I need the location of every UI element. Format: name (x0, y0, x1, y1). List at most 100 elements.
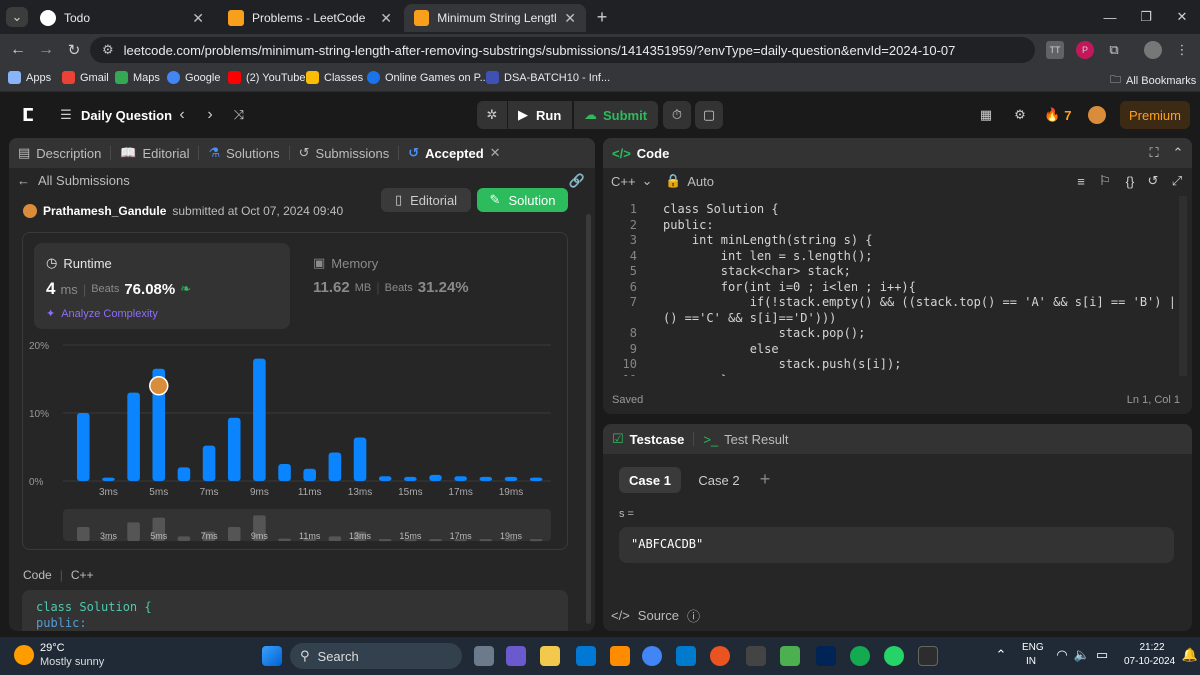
forward-icon[interactable]: → (36, 40, 56, 60)
chart-bar[interactable] (102, 477, 115, 481)
chart-bar[interactable] (177, 467, 191, 481)
chart-bar[interactable] (504, 476, 518, 481)
scrollbar[interactable] (586, 214, 591, 624)
chrome-icon[interactable] (642, 646, 662, 666)
format-icon[interactable]: ≡ (1073, 172, 1089, 190)
add-case-icon[interactable]: + (755, 468, 775, 490)
mail-icon[interactable] (576, 646, 596, 666)
tab-description[interactable]: ▤ Description (9, 138, 110, 168)
language-select[interactable]: C++ ⌄ (611, 173, 652, 189)
sublime-icon[interactable] (610, 646, 630, 666)
code-tab[interactable]: </> Code (603, 138, 678, 168)
bookmark-google[interactable]: Google (167, 71, 220, 84)
chart-bar[interactable] (77, 413, 90, 481)
bookmark-apps[interactable]: Apps (8, 71, 51, 84)
taskbar-search[interactable]: ⚲ Search (290, 643, 462, 669)
chart-bar[interactable] (404, 476, 417, 481)
notifications-icon[interactable]: 🔔 (1182, 647, 1198, 663)
maximize-icon[interactable]: ⤢ (1169, 172, 1185, 190)
analyze-complexity-link[interactable]: ✦ Analyze Complexity (46, 307, 158, 321)
next-problem-icon[interactable]: › (202, 105, 218, 125)
autocomplete-mode[interactable]: 🔒 Auto (665, 173, 714, 189)
tab-solutions[interactable]: ⚗ Solutions (199, 138, 288, 168)
tab-search-icon[interactable]: ⌄ (6, 7, 28, 27)
premium-button[interactable]: Premium (1120, 101, 1190, 129)
back-icon[interactable]: ← (8, 40, 28, 60)
streak-counter[interactable]: 🔥 7 (1044, 107, 1071, 123)
chart-bar[interactable] (429, 474, 442, 481)
case-2-tab[interactable]: Case 2 (689, 467, 749, 493)
bookmark-maps[interactable]: Maps (115, 71, 160, 84)
test-result-tab[interactable]: >_ Test Result (694, 424, 797, 454)
editor-scrollbar[interactable] (1179, 196, 1187, 376)
prev-problem-icon[interactable]: ‹ (174, 105, 190, 125)
bookmark-gmail[interactable]: Gmail (62, 71, 109, 84)
case-1-tab[interactable]: Case 1 (619, 467, 681, 493)
extension-icon[interactable]: P (1076, 41, 1094, 59)
bookmark-classes[interactable]: Classes (306, 71, 363, 84)
powershell-icon[interactable] (816, 646, 836, 666)
editorial-button[interactable]: ▯ Editorial (381, 188, 471, 212)
chart-bar[interactable] (278, 464, 291, 481)
extensions-puzzle-icon[interactable]: ⧉ (1104, 40, 1124, 60)
restore-icon[interactable]: ❐ (1136, 7, 1156, 27)
input-language[interactable]: ENG (1022, 642, 1044, 653)
chart-bar[interactable] (303, 468, 316, 481)
mongodb-icon[interactable] (850, 646, 870, 666)
settings-gear-icon[interactable]: ⚙ (1010, 105, 1030, 125)
user-avatar[interactable] (1088, 106, 1106, 124)
notes-icon[interactable]: ▢ (695, 101, 723, 129)
tray-chevron-icon[interactable]: ⌃ (994, 647, 1008, 663)
testcase-input[interactable]: "ABFCACDB" (619, 527, 1174, 563)
tab-submissions[interactable]: ↺ Submissions (290, 138, 399, 168)
close-icon[interactable]: ✕ (490, 145, 501, 161)
input-region[interactable]: IN (1026, 656, 1036, 667)
timer-icon[interactable]: ⏱ (663, 101, 691, 129)
list-icon[interactable]: ☰ (58, 106, 74, 124)
close-window-icon[interactable]: ✕ (1172, 7, 1192, 27)
all-bookmarks[interactable]: 🗀 All Bookmarks (1110, 71, 1196, 90)
clock-time[interactable]: 21:22 (1128, 642, 1176, 653)
task-view-icon[interactable] (474, 646, 494, 666)
browser-tab-problems[interactable]: Problems - LeetCode ✕ (218, 4, 402, 32)
extension-icon[interactable]: TT (1046, 41, 1064, 59)
username[interactable]: Prathamesh_Gandule (43, 204, 166, 218)
clock-date[interactable]: 07-10-2024 (1124, 656, 1175, 667)
menu-icon[interactable]: ⋮ (1172, 40, 1192, 60)
source-toggle[interactable]: </> Source ⓘ (611, 606, 700, 625)
submit-button[interactable]: ☁ Submit (574, 101, 658, 129)
teams-icon[interactable] (506, 646, 526, 666)
profile-avatar[interactable] (1144, 41, 1162, 59)
reload-icon[interactable]: ↻ (64, 40, 84, 60)
weather-icon[interactable] (14, 645, 34, 665)
code-editor[interactable]: 1 class Solution {2 public: 3 int minLength… (603, 196, 1192, 376)
bookmark-dsa[interactable]: DSA-BATCH10 - Inf... (486, 71, 610, 84)
run-button[interactable]: ▶ Run (508, 101, 572, 129)
mysql-icon[interactable] (746, 646, 766, 666)
close-icon[interactable]: ✕ (380, 10, 392, 27)
layout-icon[interactable]: ▦ (976, 105, 996, 125)
chart-bar[interactable] (253, 358, 266, 481)
share-link-icon[interactable]: 🔗 (567, 172, 587, 190)
solution-button[interactable]: ✎ Solution (477, 188, 568, 212)
bookmark-icon[interactable]: ⚐ (1097, 172, 1113, 190)
leetcode-logo-icon[interactable]: ⵎ (18, 105, 38, 125)
chart-bar[interactable] (127, 392, 140, 481)
chart-bar[interactable] (328, 452, 342, 481)
chart-bar[interactable] (454, 476, 467, 481)
windows-start-icon[interactable] (262, 646, 282, 666)
fullscreen-icon[interactable]: ⛶ (1145, 144, 1163, 162)
new-tab-icon[interactable]: + (592, 7, 612, 27)
battery-icon[interactable]: ▭ (1094, 647, 1110, 663)
tab-editorial[interactable]: 📖 Editorial (111, 138, 198, 168)
minimize-icon[interactable]: — (1100, 7, 1120, 27)
bookmark-games[interactable]: Online Games on P... (367, 71, 489, 84)
close-icon[interactable]: ✕ (564, 10, 576, 27)
wifi-icon[interactable]: ◠ (1054, 647, 1070, 663)
browser-tab-active[interactable]: Minimum String Length After R ✕ (404, 4, 586, 32)
chart-bar[interactable] (202, 445, 216, 481)
daily-question-link[interactable]: Daily Question (81, 108, 172, 123)
chart-bar[interactable] (227, 417, 241, 481)
chart-bar[interactable] (353, 437, 367, 481)
reset-icon[interactable]: ↺ (1145, 172, 1161, 190)
